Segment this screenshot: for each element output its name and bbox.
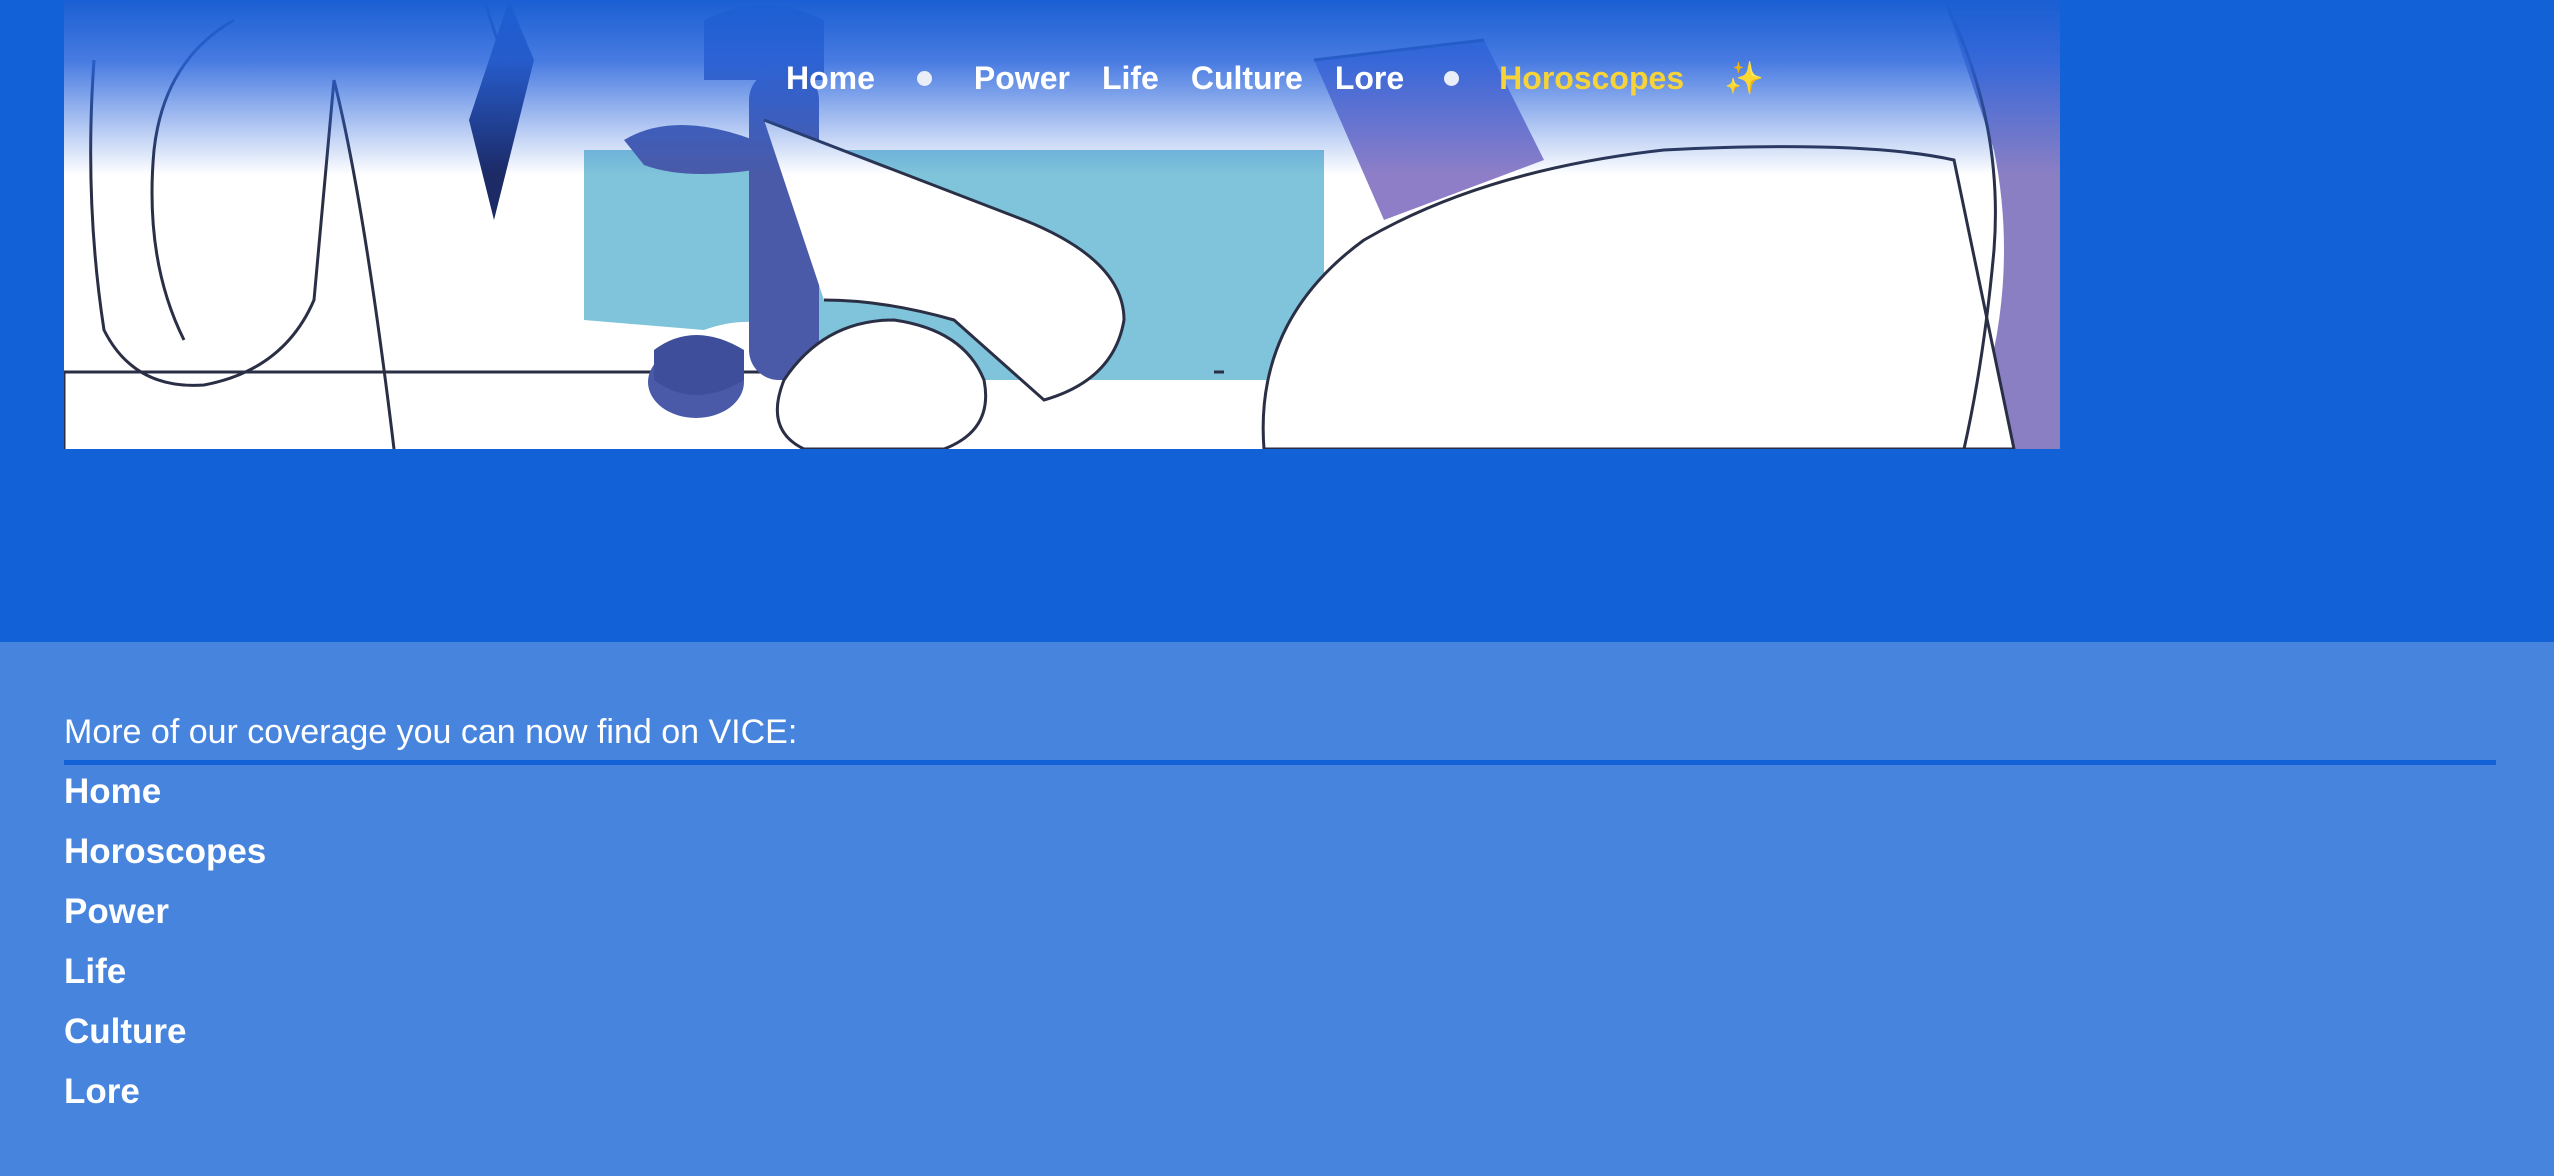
footer-link-lore[interactable]: Lore (64, 1062, 266, 1122)
footer: More of our coverage you can now find on… (0, 642, 2554, 1176)
dot-icon (916, 70, 932, 86)
footer-link-power[interactable]: Power (64, 882, 266, 942)
nav-link-life[interactable]: Life (1102, 50, 1159, 106)
footer-link-horoscopes[interactable]: Horoscopes (64, 822, 266, 882)
footer-link-life[interactable]: Life (64, 942, 266, 1002)
nav-link-power[interactable]: Power (974, 50, 1070, 106)
footer-link-culture[interactable]: Culture (64, 1002, 266, 1062)
sparkles-icon: ✨ (1724, 60, 1764, 96)
footer-links: Home Horoscopes Power Life Culture Lore (64, 762, 266, 1122)
top-navigation: Home Power Life Culture Lore Horoscopes … (0, 0, 2554, 154)
nav-link-culture[interactable]: Culture (1191, 50, 1303, 106)
page: Home Power Life Culture Lore Horoscopes … (0, 0, 2554, 1176)
nav-link-horoscopes[interactable]: Horoscopes (1499, 50, 1684, 106)
nav-link-home[interactable]: Home (786, 50, 875, 106)
footer-link-home[interactable]: Home (64, 762, 266, 822)
nav-link-lore[interactable]: Lore (1335, 50, 1404, 106)
footer-heading: More of our coverage you can now find on… (64, 704, 2496, 765)
nav-items: Home Power Life Culture Lore Horoscopes … (786, 50, 1764, 106)
dot-icon (1444, 70, 1460, 86)
